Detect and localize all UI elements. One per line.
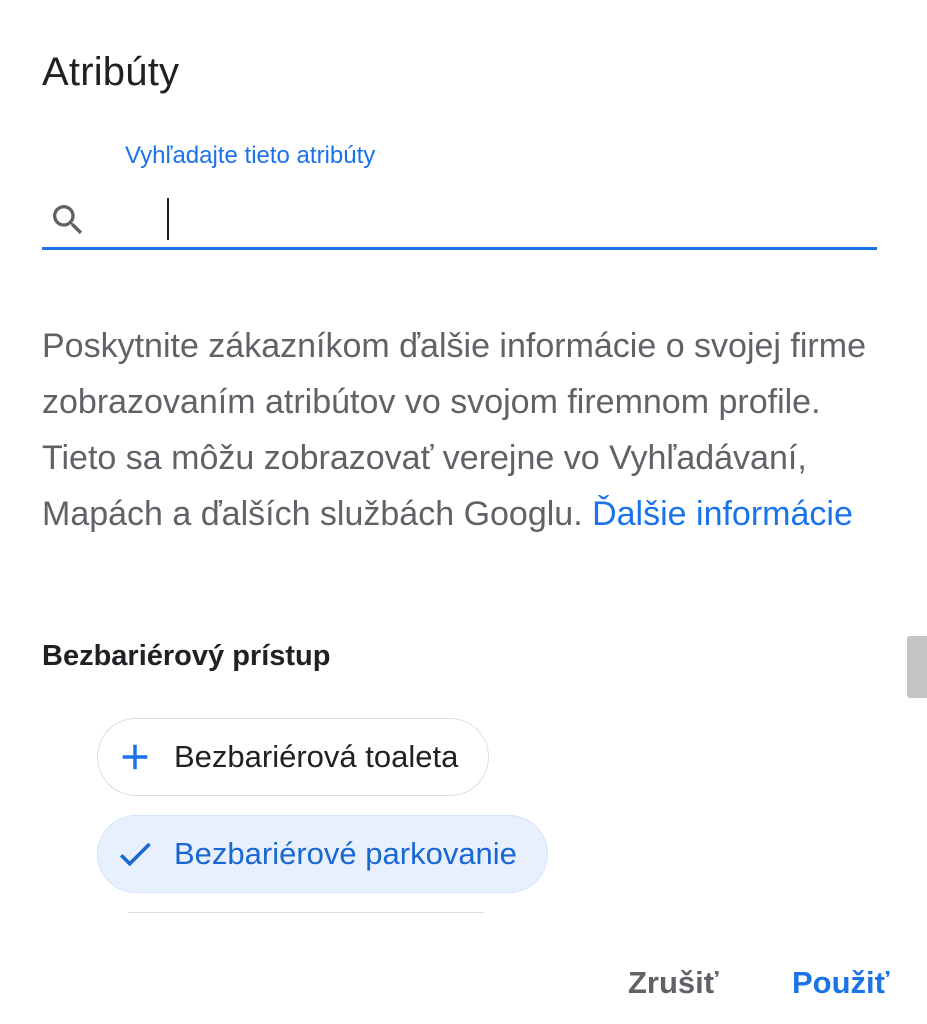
learn-more-link[interactable]: Ďalšie informácie: [592, 495, 853, 533]
scrollbar-thumb[interactable]: [907, 636, 927, 698]
chip-label: Bezbariérová toaleta: [174, 739, 459, 774]
plus-icon: [114, 736, 156, 778]
cancel-button[interactable]: Zrušiť: [628, 965, 719, 1001]
description: Poskytnite zákazníkom ďalšie informácie …: [42, 318, 882, 542]
dialog-title: Atribúty: [42, 50, 180, 94]
search-field-label: Vyhľadajte tieto atribúty: [125, 142, 376, 169]
search-field[interactable]: [42, 188, 877, 250]
search-input[interactable]: [124, 194, 864, 244]
chip-accessible-toilet[interactable]: Bezbariérová toaleta: [97, 718, 490, 796]
partially-hidden-chip[interactable]: [128, 912, 484, 917]
check-icon: [114, 833, 156, 875]
chip-label: Bezbariérové parkovanie: [174, 836, 517, 871]
text-caret: [167, 198, 169, 240]
section-title-accessibility: Bezbariérový prístup: [42, 640, 331, 672]
search-icon: [48, 200, 88, 240]
apply-button[interactable]: Použiť: [792, 965, 890, 1001]
chip-accessible-parking[interactable]: Bezbariérové parkovanie: [97, 815, 548, 893]
attributes-dialog: Atribúty Vyhľadajte tieto atribúty Posky…: [0, 0, 927, 1024]
